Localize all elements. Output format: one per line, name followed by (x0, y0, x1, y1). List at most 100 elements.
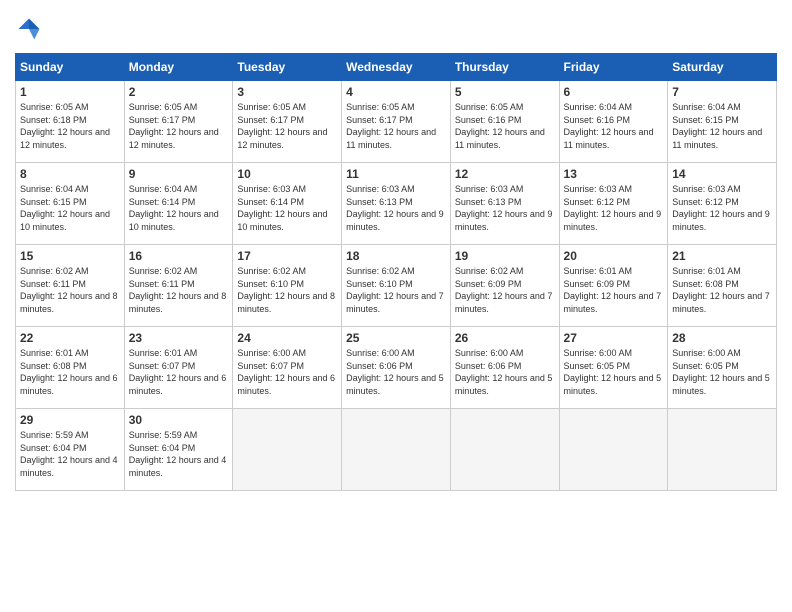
day-info: Sunrise: 5:59 AMSunset: 6:04 PMDaylight:… (20, 429, 120, 479)
calendar-row: 1Sunrise: 6:05 AMSunset: 6:18 PMDaylight… (16, 81, 777, 163)
calendar-cell (342, 409, 451, 491)
calendar-cell: 5 Sunrise: 6:05 AMSunset: 6:16 PMDaylight… (450, 81, 559, 163)
col-monday: Monday (124, 54, 233, 81)
calendar-cell: 6 Sunrise: 6:04 AMSunset: 6:16 PMDaylight… (559, 81, 668, 163)
day-info: Sunrise: 6:00 AMSunset: 6:05 PMDaylight:… (564, 347, 664, 397)
day-number: 27 (564, 331, 664, 345)
day-number: 6 (564, 85, 664, 99)
col-thursday: Thursday (450, 54, 559, 81)
calendar-cell: 12 Sunrise: 6:03 AMSunset: 6:13 PMDayligh… (450, 163, 559, 245)
day-number: 8 (20, 167, 120, 181)
calendar-cell: 30Sunrise: 5:59 AMSunset: 6:04 PMDayligh… (124, 409, 233, 491)
day-number: 23 (129, 331, 229, 345)
day-info: Sunrise: 6:00 AMSunset: 6:07 PMDaylight:… (237, 347, 337, 397)
day-number: 19 (455, 249, 555, 263)
calendar-cell (450, 409, 559, 491)
calendar-cell: 17 Sunrise: 6:02 AMSunset: 6:10 PMDayligh… (233, 245, 342, 327)
page-container: Sunday Monday Tuesday Wednesday Thursday… (0, 0, 792, 501)
day-number: 13 (564, 167, 664, 181)
day-number: 7 (672, 85, 772, 99)
day-info: Sunrise: 6:05 AMSunset: 6:17 PMDaylight:… (129, 101, 229, 151)
day-number: 5 (455, 85, 555, 99)
day-info: Sunrise: 6:05 AMSunset: 6:16 PMDaylight:… (455, 101, 555, 151)
calendar-cell: 2Sunrise: 6:05 AMSunset: 6:17 PMDaylight… (124, 81, 233, 163)
calendar-cell: 26 Sunrise: 6:00 AMSunset: 6:06 PMDayligh… (450, 327, 559, 409)
day-info: Sunrise: 6:01 AMSunset: 6:08 PMDaylight:… (20, 347, 120, 397)
calendar-cell: 28 Sunrise: 6:00 AMSunset: 6:05 PMDayligh… (668, 327, 777, 409)
day-info: Sunrise: 6:01 AMSunset: 6:09 PMDaylight:… (564, 265, 664, 315)
calendar-cell: 22 Sunrise: 6:01 AMSunset: 6:08 PMDayligh… (16, 327, 125, 409)
day-number: 9 (129, 167, 229, 181)
col-tuesday: Tuesday (233, 54, 342, 81)
day-info: Sunrise: 6:00 AMSunset: 6:06 PMDaylight:… (346, 347, 446, 397)
calendar-cell: 3 Sunrise: 6:05 AMSunset: 6:17 PMDaylight… (233, 81, 342, 163)
calendar-cell: 21 Sunrise: 6:01 AMSunset: 6:08 PMDayligh… (668, 245, 777, 327)
calendar-cell: 1Sunrise: 6:05 AMSunset: 6:18 PMDaylight… (16, 81, 125, 163)
day-info: Sunrise: 6:03 AMSunset: 6:13 PMDaylight:… (346, 183, 446, 233)
calendar-row: 15 Sunrise: 6:02 AMSunset: 6:11 PMDayligh… (16, 245, 777, 327)
calendar-cell: 13 Sunrise: 6:03 AMSunset: 6:12 PMDayligh… (559, 163, 668, 245)
calendar-cell (668, 409, 777, 491)
calendar-row: 22 Sunrise: 6:01 AMSunset: 6:08 PMDayligh… (16, 327, 777, 409)
day-number: 1 (20, 85, 120, 99)
day-info: Sunrise: 6:02 AMSunset: 6:10 PMDaylight:… (346, 265, 446, 315)
calendar-cell: 27 Sunrise: 6:00 AMSunset: 6:05 PMDayligh… (559, 327, 668, 409)
calendar-cell: 24 Sunrise: 6:00 AMSunset: 6:07 PMDayligh… (233, 327, 342, 409)
day-number: 11 (346, 167, 446, 181)
calendar-row: 8 Sunrise: 6:04 AMSunset: 6:15 PMDaylight… (16, 163, 777, 245)
calendar-cell: 10 Sunrise: 6:03 AMSunset: 6:14 PMDayligh… (233, 163, 342, 245)
day-number: 22 (20, 331, 120, 345)
day-info: Sunrise: 6:04 AMSunset: 6:16 PMDaylight:… (564, 101, 664, 151)
day-info: Sunrise: 6:01 AMSunset: 6:08 PMDaylight:… (672, 265, 772, 315)
day-number: 28 (672, 331, 772, 345)
day-info: Sunrise: 6:04 AMSunset: 6:15 PMDaylight:… (672, 101, 772, 151)
page-header (15, 15, 777, 43)
day-info: Sunrise: 6:03 AMSunset: 6:14 PMDaylight:… (237, 183, 337, 233)
day-info: Sunrise: 6:02 AMSunset: 6:10 PMDaylight:… (237, 265, 337, 315)
day-number: 24 (237, 331, 337, 345)
day-info: Sunrise: 6:03 AMSunset: 6:12 PMDaylight:… (672, 183, 772, 233)
col-wednesday: Wednesday (342, 54, 451, 81)
calendar-table: Sunday Monday Tuesday Wednesday Thursday… (15, 53, 777, 491)
day-number: 25 (346, 331, 446, 345)
day-number: 21 (672, 249, 772, 263)
day-number: 26 (455, 331, 555, 345)
calendar-cell: 14 Sunrise: 6:03 AMSunset: 6:12 PMDayligh… (668, 163, 777, 245)
day-number: 3 (237, 85, 337, 99)
calendar-cell: 8 Sunrise: 6:04 AMSunset: 6:15 PMDaylight… (16, 163, 125, 245)
calendar-cell: 19Sunrise: 6:02 AMSunset: 6:09 PMDayligh… (450, 245, 559, 327)
day-info: Sunrise: 6:04 AMSunset: 6:15 PMDaylight:… (20, 183, 120, 233)
col-friday: Friday (559, 54, 668, 81)
day-number: 14 (672, 167, 772, 181)
day-number: 12 (455, 167, 555, 181)
day-info: Sunrise: 5:59 AMSunset: 6:04 PMDaylight:… (129, 429, 229, 479)
day-info: Sunrise: 6:02 AMSunset: 6:11 PMDaylight:… (20, 265, 120, 315)
day-info: Sunrise: 6:01 AMSunset: 6:07 PMDaylight:… (129, 347, 229, 397)
calendar-cell: 23 Sunrise: 6:01 AMSunset: 6:07 PMDayligh… (124, 327, 233, 409)
calendar-cell: 4 Sunrise: 6:05 AMSunset: 6:17 PMDaylight… (342, 81, 451, 163)
day-info: Sunrise: 6:03 AMSunset: 6:13 PMDaylight:… (455, 183, 555, 233)
col-sunday: Sunday (16, 54, 125, 81)
day-info: Sunrise: 6:03 AMSunset: 6:12 PMDaylight:… (564, 183, 664, 233)
day-number: 16 (129, 249, 229, 263)
col-saturday: Saturday (668, 54, 777, 81)
day-info: Sunrise: 6:00 AMSunset: 6:06 PMDaylight:… (455, 347, 555, 397)
calendar-row: 29Sunrise: 5:59 AMSunset: 6:04 PMDayligh… (16, 409, 777, 491)
day-number: 17 (237, 249, 337, 263)
calendar-cell: 16 Sunrise: 6:02 AMSunset: 6:11 PMDayligh… (124, 245, 233, 327)
day-info: Sunrise: 6:05 AMSunset: 6:17 PMDaylight:… (346, 101, 446, 151)
calendar-cell: 7 Sunrise: 6:04 AMSunset: 6:15 PMDaylight… (668, 81, 777, 163)
day-info: Sunrise: 6:02 AMSunset: 6:11 PMDaylight:… (129, 265, 229, 315)
day-info: Sunrise: 6:05 AMSunset: 6:17 PMDaylight:… (237, 101, 337, 151)
calendar-cell: 25 Sunrise: 6:00 AMSunset: 6:06 PMDayligh… (342, 327, 451, 409)
logo (15, 15, 47, 43)
calendar-cell: 18Sunrise: 6:02 AMSunset: 6:10 PMDayligh… (342, 245, 451, 327)
header-row: Sunday Monday Tuesday Wednesday Thursday… (16, 54, 777, 81)
day-number: 4 (346, 85, 446, 99)
day-number: 10 (237, 167, 337, 181)
day-info: Sunrise: 6:00 AMSunset: 6:05 PMDaylight:… (672, 347, 772, 397)
calendar-cell: 20 Sunrise: 6:01 AMSunset: 6:09 PMDayligh… (559, 245, 668, 327)
day-number: 15 (20, 249, 120, 263)
logo-icon (15, 15, 43, 43)
day-number: 20 (564, 249, 664, 263)
